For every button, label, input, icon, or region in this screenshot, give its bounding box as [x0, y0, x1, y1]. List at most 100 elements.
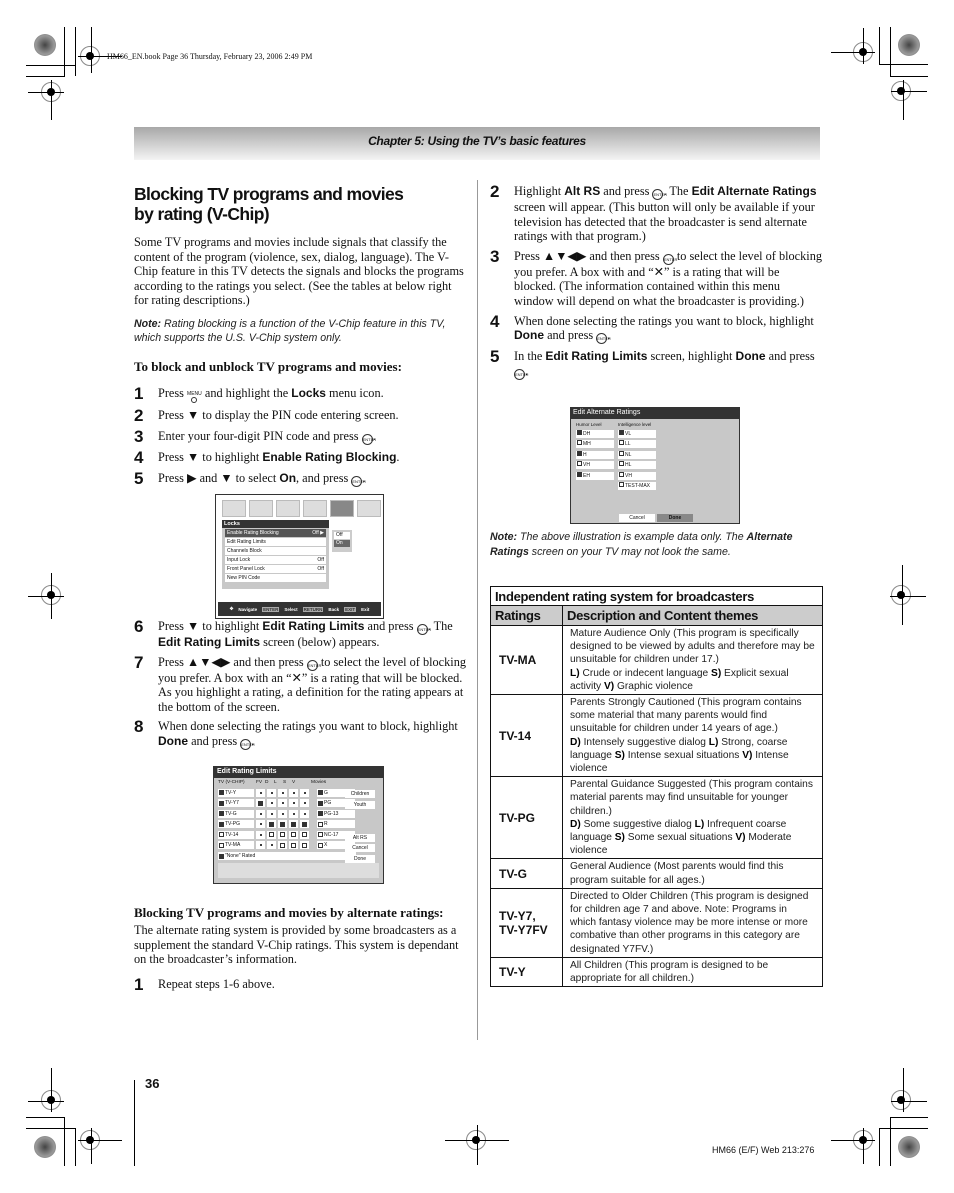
tv-rating-cell[interactable]: TV-14	[218, 830, 254, 839]
content-cell[interactable]	[256, 799, 265, 808]
locks-menu-item[interactable]: Front Panel Lock Off	[225, 565, 326, 573]
blocked-checkbox[interactable]	[302, 842, 307, 848]
checkbox[interactable]	[577, 461, 582, 467]
step-number: 5	[490, 347, 500, 367]
blocked-checkbox[interactable]	[219, 842, 224, 848]
blocked-checkbox[interactable]	[280, 842, 285, 848]
content-cell[interactable]	[267, 820, 276, 829]
checkbox[interactable]	[619, 430, 624, 435]
locks-menu-item[interactable]: Channels Block	[225, 547, 326, 555]
tv-rating-cell[interactable]: TV-Y	[218, 788, 254, 797]
locks-menu-item[interactable]: New PIN Code	[225, 574, 326, 582]
allowed-checkbox[interactable]	[280, 821, 285, 827]
blocked-checkbox[interactable]	[219, 832, 224, 838]
content-cell[interactable]	[300, 788, 309, 797]
content-cell[interactable]	[289, 830, 298, 839]
humor-level-item[interactable]: DH	[576, 430, 614, 438]
content-cell[interactable]	[267, 788, 276, 797]
allowed-checkbox[interactable]	[318, 811, 323, 817]
cancel-button[interactable]: Cancel	[345, 844, 375, 852]
content-cell[interactable]	[300, 830, 309, 839]
allowed-checkbox[interactable]	[318, 800, 323, 806]
content-cell[interactable]	[256, 788, 265, 797]
allowed-checkbox[interactable]	[302, 821, 307, 827]
checkbox[interactable]	[577, 430, 582, 435]
checkbox[interactable]	[619, 440, 624, 446]
allowed-checkbox[interactable]	[219, 853, 224, 859]
intelligence-level-item[interactable]: LL	[618, 440, 656, 449]
cancel-button[interactable]: Cancel	[619, 514, 655, 522]
tv-rating-cell[interactable]: TV-MA	[218, 841, 254, 850]
content-cell[interactable]	[256, 841, 265, 850]
humor-level-item[interactable]: H	[576, 450, 614, 459]
allowed-checkbox[interactable]	[219, 811, 224, 817]
content-cell[interactable]	[267, 841, 276, 850]
movie-rating-cell[interactable]: R	[317, 820, 355, 829]
intelligence-level-item[interactable]: HL	[618, 461, 656, 470]
intelligence-level-item[interactable]: TEST-MAX	[618, 481, 656, 490]
content-cell[interactable]	[300, 820, 309, 829]
locks-menu-item[interactable]: Enable Rating Blocking Off ▶	[225, 529, 326, 537]
tv-rating-cell[interactable]: TV-PG	[218, 820, 254, 829]
blocked-checkbox[interactable]	[280, 832, 285, 838]
blocked-checkbox[interactable]	[318, 821, 323, 827]
allowed-checkbox[interactable]	[219, 790, 224, 795]
blocked-checkbox[interactable]	[318, 832, 323, 838]
checkbox[interactable]	[577, 450, 582, 456]
blocked-checkbox[interactable]	[291, 832, 296, 838]
blocked-checkbox[interactable]	[269, 832, 274, 838]
tv-rating-cell[interactable]: TV-G	[218, 809, 254, 818]
checkbox[interactable]	[619, 461, 624, 467]
tv-rating-cell[interactable]: TV-Y7	[218, 799, 254, 808]
children-button[interactable]: Children	[345, 790, 375, 798]
alt-rs-button[interactable]: Alt RS	[345, 834, 375, 842]
allowed-checkbox[interactable]	[258, 800, 263, 806]
allowed-checkbox[interactable]	[219, 800, 224, 806]
allowed-checkbox[interactable]	[219, 821, 224, 827]
content-cell[interactable]	[278, 788, 287, 797]
content-cell[interactable]	[278, 820, 287, 829]
humor-level-item[interactable]: EH	[576, 471, 614, 480]
content-cell[interactable]	[256, 830, 265, 839]
allowed-checkbox[interactable]	[291, 821, 296, 827]
intelligence-level-item[interactable]: VH	[618, 471, 656, 480]
content-cell[interactable]	[278, 841, 287, 850]
content-cell[interactable]	[278, 799, 287, 808]
content-cell[interactable]	[289, 788, 298, 797]
content-cell[interactable]	[300, 809, 309, 818]
intelligence-level-item[interactable]: NL	[618, 450, 656, 459]
done-button[interactable]: Done	[345, 855, 375, 863]
intelligence-level-item[interactable]: VL	[618, 430, 656, 438]
content-cell[interactable]	[256, 809, 265, 818]
checkbox[interactable]	[577, 471, 582, 477]
blocked-checkbox[interactable]	[291, 842, 296, 848]
youth-button[interactable]: Youth	[345, 801, 375, 809]
content-cell[interactable]	[267, 830, 276, 839]
content-cell[interactable]	[267, 809, 276, 818]
content-cell[interactable]	[289, 841, 298, 850]
content-cell[interactable]	[267, 799, 276, 808]
blocked-checkbox[interactable]	[302, 832, 307, 838]
locks-menu-item[interactable]: Input Lock Off	[225, 556, 326, 564]
content-cell[interactable]	[289, 820, 298, 829]
content-cell[interactable]	[289, 799, 298, 808]
content-cell[interactable]	[256, 820, 265, 829]
blocked-checkbox[interactable]	[318, 842, 323, 848]
allowed-checkbox[interactable]	[269, 821, 274, 827]
content-cell[interactable]	[300, 841, 309, 850]
content-cell[interactable]	[300, 799, 309, 808]
checkbox[interactable]	[619, 481, 624, 487]
content-cell[interactable]	[278, 830, 287, 839]
movie-rating-cell[interactable]: PG-13	[317, 809, 355, 818]
locks-menu-item[interactable]: Edit Rating Limits	[225, 538, 326, 546]
done-button[interactable]: Done	[657, 514, 693, 522]
allowed-checkbox[interactable]	[318, 790, 323, 795]
humor-level-item[interactable]: VH	[576, 461, 614, 470]
content-cell[interactable]	[289, 809, 298, 818]
none-rated-cell[interactable]: "None" Rated	[218, 852, 356, 861]
humor-level-item[interactable]: MH	[576, 440, 614, 449]
content-cell[interactable]	[278, 809, 287, 818]
checkbox[interactable]	[619, 450, 624, 456]
checkbox[interactable]	[577, 440, 582, 446]
checkbox[interactable]	[619, 471, 624, 477]
